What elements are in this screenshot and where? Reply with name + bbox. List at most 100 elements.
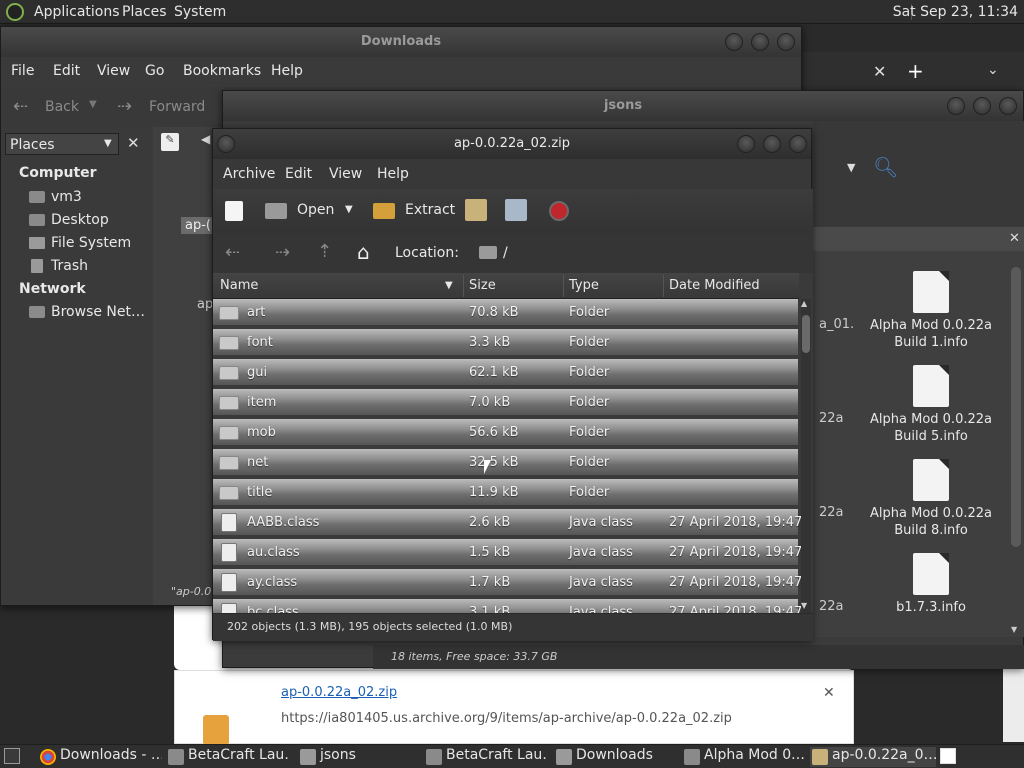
download-link[interactable]: ap-0.0.22a_02.zip: [281, 685, 397, 700]
open-dropdown-icon[interactable]: ▼: [345, 204, 353, 215]
table-row[interactable]: font 3.3 kB Folder: [213, 329, 798, 357]
maximize-button[interactable]: [751, 33, 769, 51]
forward-arrow-icon[interactable]: ⇢: [275, 242, 290, 263]
task-archive-manager[interactable]: ap-0.0.22a_0…: [810, 747, 936, 767]
clock[interactable]: Sat Sep 23, 11:34: [893, 4, 1018, 20]
sidebar-item-vm3[interactable]: vm3: [29, 189, 147, 209]
info-file-icon[interactable]: [913, 459, 949, 501]
stop-icon[interactable]: [549, 201, 569, 221]
menu-places[interactable]: Places: [122, 4, 167, 20]
selected-file-label[interactable]: ap-(: [181, 217, 215, 234]
info-file-icon[interactable]: [913, 553, 949, 595]
close-button[interactable]: [789, 135, 807, 153]
sidebar-item-browse-network[interactable]: Browse Net…: [29, 304, 147, 324]
show-desktop-icon[interactable]: [4, 748, 20, 764]
task-betacraft-1[interactable]: BetaCraft Lau…: [166, 747, 290, 767]
menu-go[interactable]: Go: [145, 63, 164, 79]
sidebar-selector[interactable]: Places ▼: [5, 133, 119, 155]
mate-logo-icon[interactable]: [6, 3, 24, 21]
task-downloads-browser[interactable]: Downloads - …: [38, 747, 162, 767]
close-pane-icon[interactable]: ✕: [1009, 231, 1020, 246]
task-downloads-folder[interactable]: Downloads: [554, 747, 678, 767]
scroll-down-icon[interactable]: ▼: [1011, 625, 1017, 634]
menu-file[interactable]: File: [11, 63, 34, 79]
menu-archive[interactable]: Archive: [223, 166, 275, 182]
menu-system[interactable]: System: [174, 4, 226, 20]
menu-edit[interactable]: Edit: [285, 166, 312, 182]
task-betacraft-2[interactable]: BetaCraft Lau…: [424, 747, 548, 767]
table-row[interactable]: mob 56.6 kB Folder: [213, 419, 798, 447]
menu-view[interactable]: View: [97, 63, 130, 79]
minimize-button[interactable]: [737, 135, 755, 153]
window-menu-button[interactable]: [217, 135, 235, 153]
add-files-icon[interactable]: [465, 199, 487, 221]
archive-file-list[interactable]: Name ▼ Size Type Date Modified art 70.8 k…: [213, 273, 813, 613]
table-row[interactable]: ay.class 1.7 kB Java class 27 April 2018, 1…: [213, 569, 802, 597]
back-arrow-icon[interactable]: ⇠: [13, 96, 28, 117]
table-row[interactable]: title 11.9 kB Folder: [213, 479, 798, 507]
close-button[interactable]: [777, 33, 795, 51]
edit-location-icon[interactable]: ✎: [161, 133, 179, 151]
minimize-button[interactable]: [947, 97, 965, 115]
remove-download-icon[interactable]: ✕: [823, 685, 835, 701]
scroll-down-icon[interactable]: ▼: [801, 601, 807, 610]
location-path[interactable]: /: [503, 245, 508, 261]
scroll-up-icon[interactable]: ▲: [801, 299, 807, 308]
add-folder-icon[interactable]: [505, 199, 527, 221]
table-row[interactable]: item 7.0 kB Folder: [213, 389, 798, 417]
info-file-icon[interactable]: [913, 271, 949, 313]
search-icon[interactable]: 🔍︎: [873, 155, 898, 179]
menu-help[interactable]: Help: [377, 166, 409, 182]
path-left-arrow-icon[interactable]: ◀: [201, 132, 210, 146]
home-icon[interactable]: ⌂: [357, 240, 370, 264]
back-dropdown-icon[interactable]: ▼: [89, 99, 97, 110]
column-name[interactable]: Name: [220, 273, 258, 299]
extract-icon[interactable]: [373, 203, 395, 219]
file-label[interactable]: Alpha Mod 0.0.22a Build 5.info: [866, 411, 996, 445]
menu-view[interactable]: View: [329, 166, 362, 182]
file-label[interactable]: b1.7.3.info: [866, 599, 996, 616]
menu-edit[interactable]: Edit: [53, 63, 80, 79]
file-label[interactable]: Alpha Mod 0.0.22a Build 8.info: [866, 505, 996, 539]
close-sidebar-icon[interactable]: ✕: [127, 134, 140, 152]
scrollbar[interactable]: ▲ ▼: [801, 299, 811, 613]
scrollbar-thumb[interactable]: [1011, 267, 1021, 547]
open-button[interactable]: Open: [297, 202, 334, 218]
task-alpha-mod[interactable]: Alpha Mod 0.…: [682, 747, 806, 767]
table-row[interactable]: au.class 1.5 kB Java class 27 April 2018, 1…: [213, 539, 802, 567]
menu-applications[interactable]: Applications: [34, 4, 120, 20]
table-row[interactable]: AABB.class 2.6 kB Java class 27 April 2018,…: [213, 509, 802, 537]
back-button[interactable]: Back: [45, 99, 79, 115]
forward-arrow-icon[interactable]: ⇢: [117, 96, 132, 117]
sidebar-item-desktop[interactable]: Desktop: [29, 212, 147, 232]
scrollbar-thumb[interactable]: [802, 315, 810, 353]
close-tab-icon[interactable]: ✕: [873, 62, 886, 81]
column-size[interactable]: Size: [469, 273, 496, 299]
download-item[interactable]: ap-0.0.22a_02.zip https://ia801405.us.ar…: [174, 670, 854, 745]
forward-button[interactable]: Forward: [149, 99, 205, 115]
back-arrow-icon[interactable]: ⇠: [225, 242, 240, 263]
column-date-modified[interactable]: Date Modified: [669, 273, 760, 299]
open-archive-icon[interactable]: [265, 203, 287, 219]
maximize-button[interactable]: [973, 97, 991, 115]
search-dropdown-icon[interactable]: ▼: [847, 161, 855, 174]
menu-help[interactable]: Help: [271, 63, 303, 79]
new-archive-icon[interactable]: [225, 201, 243, 221]
task-jsons[interactable]: jsons: [298, 747, 416, 767]
workspace-switcher[interactable]: [940, 748, 956, 764]
info-file-icon[interactable]: [913, 365, 949, 407]
column-type[interactable]: Type: [569, 273, 599, 299]
minimize-button[interactable]: [725, 33, 743, 51]
close-button[interactable]: [999, 97, 1017, 115]
menu-bookmarks[interactable]: Bookmarks: [183, 63, 261, 79]
sidebar-item-file-system[interactable]: File System: [29, 235, 147, 255]
table-row[interactable]: bc.class 3.1 kB Java class 27 April 2018, 1…: [213, 599, 802, 613]
up-arrow-icon[interactable]: ⇡: [317, 241, 332, 262]
maximize-button[interactable]: [763, 135, 781, 153]
jsons-icon-view[interactable]: a_01. 22a 22a 22a Alpha Mod 0.0.22a Buil…: [813, 251, 1024, 637]
downloads-titlebar[interactable]: Downloads: [1, 27, 801, 57]
jsons-titlebar[interactable]: jsons: [223, 91, 1023, 121]
table-row[interactable]: art 70.8 kB Folder: [213, 299, 798, 327]
sort-descending-icon[interactable]: ▼: [445, 273, 453, 299]
tab-list-chevron-icon[interactable]: ⌄: [987, 62, 999, 78]
